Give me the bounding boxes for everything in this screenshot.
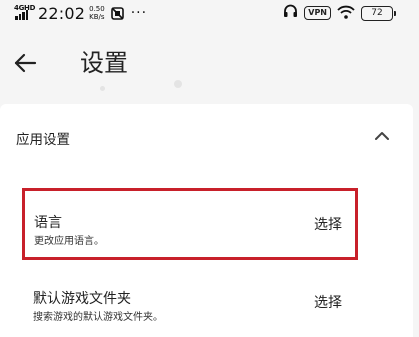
app-header: 设置 <box>0 26 419 100</box>
network-speed-value: 0.50 <box>89 5 105 13</box>
app-settings-section-header[interactable]: 应用设置 <box>0 104 413 168</box>
status-bar: 4GHD 22:02 0.50 KB/s ··· VPN 72 <box>0 0 419 26</box>
setting-desc-default-game-folder: 搜索游戏的默认游戏文件夹。 <box>33 312 163 323</box>
select-language-button[interactable]: 选择 <box>314 214 342 234</box>
status-bar-right: VPN 72 <box>283 4 396 23</box>
status-time: 22:02 <box>38 3 86 23</box>
watermark-dot <box>100 86 105 91</box>
notification-muted-icon <box>110 6 124 20</box>
app-settings-card: 应用设置 语言 更改应用语言。 选择 默认游戏文件夹 搜索游戏的默认游戏文件夹。… <box>0 104 413 337</box>
more-notifications-indicator: ··· <box>130 5 148 21</box>
headset-icon <box>283 4 298 23</box>
setting-row-default-game-folder[interactable]: 默认游戏文件夹 搜索游戏的默认游戏文件夹。 选择 <box>16 274 402 337</box>
chevron-up-icon <box>375 132 389 140</box>
network-speed-unit: KB/s <box>89 13 105 21</box>
section-title: 应用设置 <box>16 132 70 148</box>
setting-row-language[interactable]: 语言 更改应用语言。 选择 <box>16 184 402 260</box>
setting-title-default-game-folder: 默认游戏文件夹 <box>33 291 131 307</box>
battery-icon: 72 <box>361 5 396 21</box>
vpn-badge: VPN <box>304 6 331 20</box>
highlight-box <box>22 188 358 260</box>
back-button[interactable] <box>12 50 38 76</box>
setting-desc-language: 更改应用语言。 <box>34 236 104 247</box>
select-game-folder-button[interactable]: 选择 <box>314 292 342 312</box>
page-title: 设置 <box>80 49 128 77</box>
watermark-dot <box>174 80 182 88</box>
wifi-icon <box>337 4 355 23</box>
arrow-left-icon <box>14 53 37 73</box>
setting-title-language: 语言 <box>34 215 62 231</box>
cellular-signal-icon: 4GHD <box>14 4 36 21</box>
battery-level: 72 <box>371 7 383 18</box>
status-bar-left: 4GHD 22:02 0.50 KB/s ··· <box>14 3 148 23</box>
network-speed: 0.50 KB/s <box>89 5 105 21</box>
